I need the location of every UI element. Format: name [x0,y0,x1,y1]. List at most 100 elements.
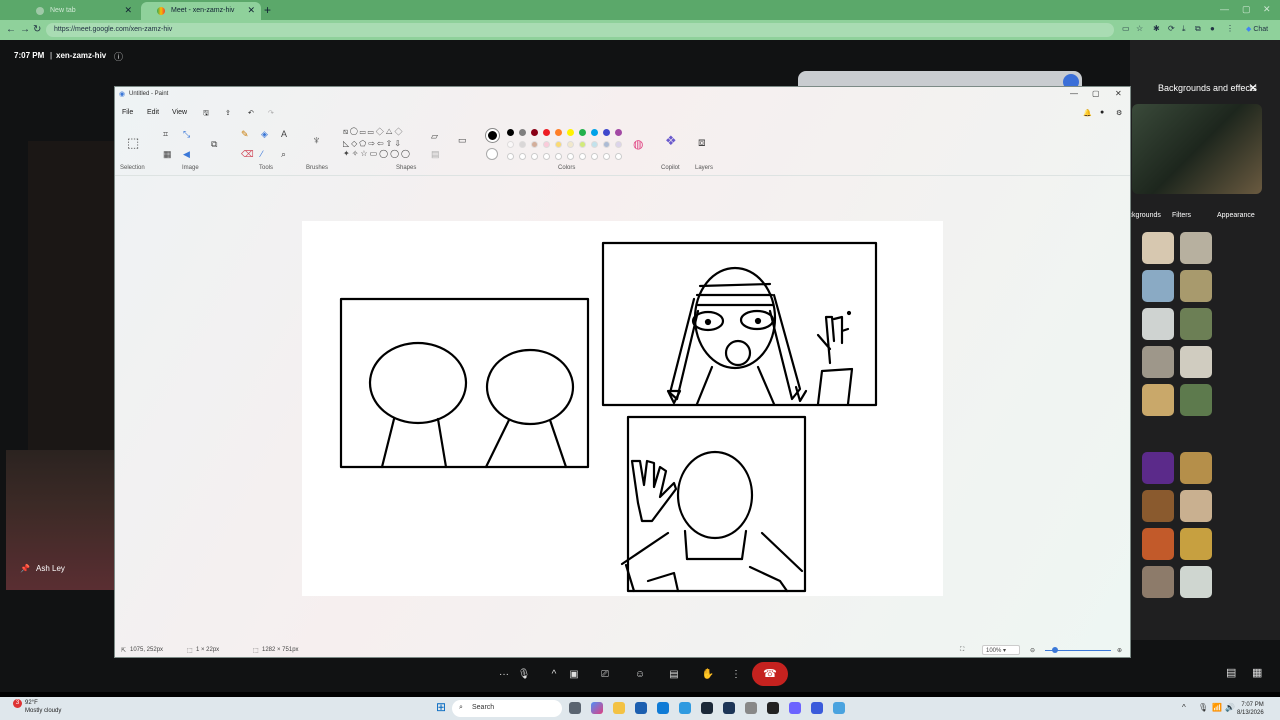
palette-swatch[interactable] [567,129,574,136]
taskbar-search[interactable]: ⌕ Search [452,700,562,717]
text-icon[interactable]: A [281,129,287,139]
url-input[interactable]: https://meet.google.com/xen-zamz-hiv [46,23,1114,37]
extensions-icon[interactable]: ✱ [1153,24,1160,33]
dropbox-icon[interactable] [635,702,647,714]
custom-color-slot[interactable] [615,153,622,160]
background-thumbnail[interactable] [1142,384,1174,416]
palette-swatch[interactable] [591,129,598,136]
close-icon[interactable]: ✕ [247,5,255,16]
primary-color-swatch[interactable] [486,129,499,142]
tray-chevron-icon[interactable]: ^ [1182,703,1186,712]
custom-color-slot[interactable] [519,153,526,160]
store-icon[interactable] [657,702,669,714]
color-picker-icon[interactable]: ⁄ [261,149,263,159]
forward-icon[interactable]: → [20,24,30,35]
chat-panel-icon[interactable]: ▤ [1226,666,1236,679]
bookmark-star-icon[interactable]: ☆ [1136,24,1143,33]
outline-icon[interactable]: ▱ [431,131,438,142]
profile-avatar[interactable]: ● [1210,24,1215,33]
palette-swatch[interactable] [507,129,514,136]
zoom-in-icon[interactable]: ⊕ [1117,647,1122,654]
copilot-taskbar-icon[interactable] [591,702,603,714]
background-thumbnail[interactable] [1180,232,1212,264]
fill-icon[interactable]: ◈ [261,129,268,140]
custom-color-slot[interactable] [543,153,550,160]
palette-swatch[interactable] [543,129,550,136]
background-thumbnail[interactable] [1180,346,1212,378]
close-icon[interactable]: ✕ [124,5,132,16]
app-icon[interactable] [723,702,735,714]
share-icon[interactable]: ⇪ [225,109,231,117]
tab-filters[interactable]: Filters [1172,212,1191,219]
rotate-icon[interactable]: ◀ [183,149,190,160]
more-options-icon[interactable]: ⋮ [724,663,748,687]
weather-widget[interactable]: 92°F Mostly cloudy [25,699,61,715]
emoji-icon[interactable]: ☺ [628,663,652,687]
background-thumbnail[interactable] [1142,346,1174,378]
palette-swatch[interactable] [567,141,574,148]
edge-icon[interactable] [679,702,691,714]
background-thumbnail[interactable] [1142,452,1174,484]
download-icon[interactable]: ⤓ [1182,24,1186,34]
background-thumbnail[interactable] [1180,490,1212,522]
info-icon[interactable]: ⓘ [114,50,123,63]
app-icon[interactable] [767,702,779,714]
palette-swatch[interactable] [531,141,538,148]
new-tab-button[interactable]: + [264,3,271,17]
shapes-gallery-row2[interactable]: ◺◇⬠⇨⇦⇧⇩ [343,139,403,148]
background-thumbnail[interactable] [1142,232,1174,264]
task-view-icon[interactable] [569,702,581,714]
custom-color-slot[interactable] [507,153,514,160]
activities-icon[interactable]: ▦ [1252,666,1262,679]
chat-button[interactable]: ◆ Chat [1246,25,1268,33]
secondary-color-swatch[interactable] [486,148,498,160]
custom-color-slot[interactable] [567,153,574,160]
palette-swatch[interactable] [615,141,622,148]
minimize-icon[interactable]: — [1220,4,1229,14]
captions-icon[interactable]: ▤ [662,663,686,687]
crop-icon[interactable]: ⌗ [163,129,168,140]
back-icon[interactable]: ← [6,24,16,35]
system-clock[interactable]: 7:07 PM 8/13/2026 [1237,701,1264,717]
paint-taskbar-icon[interactable] [833,702,845,714]
background-thumbnail[interactable] [1180,384,1212,416]
magnifier-icon[interactable]: ⌕ [281,149,286,160]
background-thumbnail[interactable] [1180,308,1212,340]
brush-icon[interactable]: ♆ [312,133,321,147]
image-to-text-icon[interactable]: ▦ [163,149,172,160]
background-thumbnail[interactable] [1180,452,1212,484]
pin-icon[interactable]: 📌 [20,564,30,573]
menu-dots-icon[interactable]: ⋮ [1226,24,1234,33]
maximize-icon[interactable]: ▢ [1092,89,1100,98]
menu-view[interactable]: View [172,109,187,116]
app-icon[interactable] [789,702,801,714]
file-explorer-icon[interactable] [613,702,625,714]
account-icon[interactable]: ● [1100,109,1104,116]
minimize-icon[interactable]: — [1070,89,1078,98]
palette-swatch[interactable] [615,129,622,136]
shapes-gallery-row3[interactable]: ✦✧☆▭◯◯◯ [343,149,412,158]
custom-color-slot[interactable] [555,153,562,160]
edit-colors-icon[interactable]: ◍ [633,137,643,151]
palette-swatch[interactable] [507,141,514,148]
palette-swatch[interactable] [579,129,586,136]
palette-swatch[interactable] [555,141,562,148]
raise-hand-icon[interactable]: ✋ [696,663,720,687]
layers-icon[interactable]: ⧈ [698,135,706,150]
end-call-button[interactable]: ☎ [752,662,788,686]
volume-icon[interactable]: 🔊 [1225,703,1235,712]
reload-icon[interactable]: ↻ [33,24,41,35]
custom-color-slot[interactable] [579,153,586,160]
pencil-icon[interactable]: ✎ [241,129,249,140]
menu-edit[interactable]: Edit [147,109,159,116]
custom-color-slot[interactable] [603,153,610,160]
palette-swatch[interactable] [531,129,538,136]
palette-swatch[interactable] [591,141,598,148]
palette-swatch[interactable] [603,141,610,148]
custom-color-slot[interactable] [531,153,538,160]
save-icon[interactable]: 🖫 [203,109,209,120]
mic-tray-icon[interactable]: 🎙 [1198,703,1208,712]
selection-tool-icon[interactable]: ⬚ [127,135,139,151]
copilot-icon[interactable]: ❖ [665,133,677,149]
tab-appearance[interactable]: Appearance [1217,212,1255,219]
